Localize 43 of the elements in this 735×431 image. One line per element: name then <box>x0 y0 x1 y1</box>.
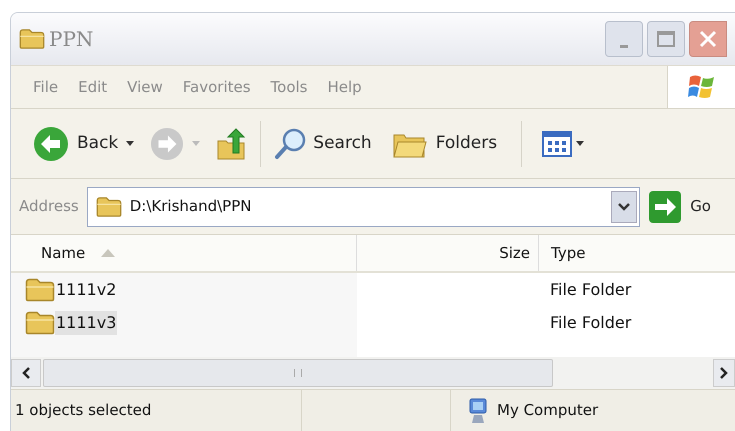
chevron-right-icon <box>720 367 728 379</box>
scroll-left-button[interactable] <box>11 359 41 387</box>
views-button[interactable] <box>521 120 584 166</box>
scroll-thumb[interactable] <box>43 359 553 387</box>
chevron-left-icon <box>22 367 30 379</box>
folder-icon <box>19 28 45 50</box>
address-label: Address <box>19 196 79 218</box>
column-header[interactable]: Name <box>11 235 357 271</box>
file-type: File Folder <box>550 278 632 300</box>
computer-icon <box>467 396 489 424</box>
close-button[interactable] <box>689 21 727 57</box>
caret-icon <box>576 141 584 146</box>
address-field[interactable]: D:\Krishand\PPN <box>86 186 640 226</box>
chevron-down-icon <box>618 202 630 210</box>
folder-icon <box>25 310 55 334</box>
views-grid-icon <box>542 130 572 156</box>
window-title: PPN <box>49 26 94 53</box>
column-header[interactable]: Type <box>539 235 735 271</box>
windows-flag-icon <box>688 73 716 101</box>
status-zone: My Computer <box>497 400 598 422</box>
folder-icon <box>96 196 122 218</box>
dropdown-button[interactable] <box>611 190 638 222</box>
horizontal-scrollbar[interactable] <box>11 357 735 389</box>
file-name: 1111v2 <box>55 278 118 300</box>
status-text: 1 objects selected <box>14 400 152 422</box>
back-button[interactable]: Back <box>33 126 118 162</box>
file-row[interactable]: 1111v2 File Folder <box>11 273 735 306</box>
maximize-button[interactable] <box>647 21 685 57</box>
file-row[interactable]: 1111v3 File Folder <box>11 306 735 339</box>
caret-icon <box>192 141 200 146</box>
file-type: File Folder <box>550 312 632 334</box>
sort-arrow-icon <box>101 249 116 257</box>
file-name: 1111v3 <box>55 310 118 334</box>
search-button[interactable]: Search <box>260 120 372 166</box>
go-button[interactable]: Go <box>648 190 727 224</box>
folders-button[interactable]: Folders <box>392 128 498 158</box>
minimize-button[interactable] <box>605 21 643 57</box>
close-icon <box>699 30 717 48</box>
folder-icon <box>25 278 55 302</box>
caret-icon <box>126 141 134 146</box>
scroll-right-button[interactable] <box>713 359 735 387</box>
arrow-right-icon <box>648 190 682 224</box>
column-header[interactable]: Size <box>357 235 539 271</box>
